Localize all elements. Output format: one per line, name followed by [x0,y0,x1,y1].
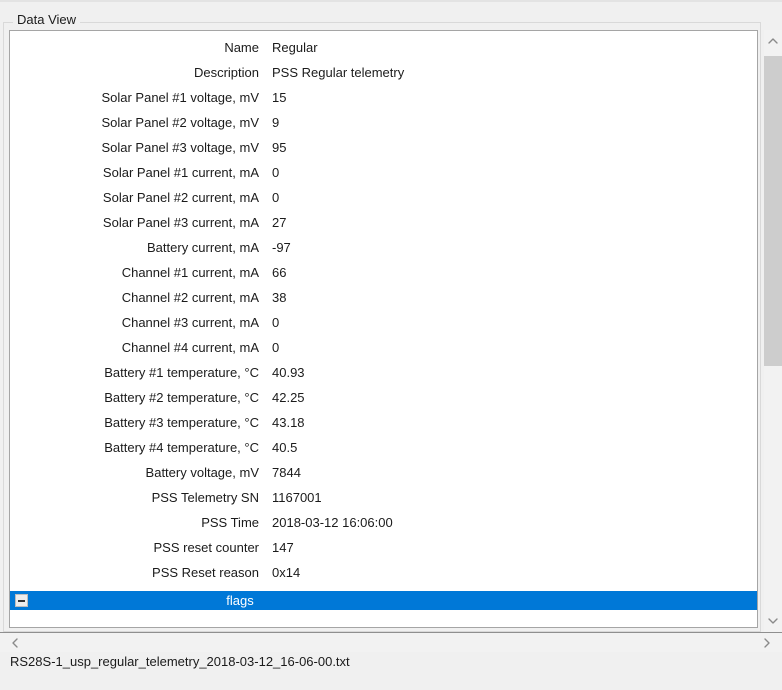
row-value: 27 [259,215,286,230]
row-value: 66 [259,265,286,280]
window-top-edge [0,0,782,2]
row-label: Solar Panel #3 current, mA [10,215,259,230]
table-row[interactable]: PSS Reset reason 0x14 [10,560,757,585]
row-label: Solar Panel #2 current, mA [10,190,259,205]
table-row[interactable]: Battery #2 temperature, °C 42.25 [10,385,757,410]
status-filename: RS28S-1_usp_regular_telemetry_2018-03-12… [10,654,350,669]
table-row[interactable]: Solar Panel #1 voltage, mV 15 [10,85,757,110]
table-row[interactable]: Solar Panel #2 voltage, mV 9 [10,110,757,135]
row-value: 0 [259,340,279,355]
row-value: 40.5 [259,440,297,455]
table-row[interactable]: Solar Panel #3 voltage, mV 95 [10,135,757,160]
row-label: PSS Time [10,515,259,530]
flags-row[interactable]: flags [10,591,757,610]
table-row[interactable]: Battery #3 temperature, °C 43.18 [10,410,757,435]
row-label: Battery #3 temperature, °C [10,415,259,430]
table-row[interactable]: Solar Panel #2 current, mA 0 [10,185,757,210]
row-value: 42.25 [259,390,305,405]
row-label: PSS reset counter [10,540,259,555]
row-label: Solar Panel #2 voltage, mV [10,115,259,130]
row-label: Solar Panel #3 voltage, mV [10,140,259,155]
table-row[interactable]: Solar Panel #1 current, mA 0 [10,160,757,185]
row-value: 0 [259,315,279,330]
vertical-scrollbar[interactable] [764,30,782,632]
table-row[interactable]: Channel #1 current, mA 66 [10,260,757,285]
row-value: 38 [259,290,286,305]
table-row[interactable]: PSS reset counter 147 [10,535,757,560]
table-row[interactable]: Description PSS Regular telemetry [10,60,757,85]
row-label: Battery #4 temperature, °C [10,440,259,455]
row-value: Regular [259,40,318,55]
row-value: 0 [259,165,279,180]
row-value: 147 [259,540,294,555]
table-row[interactable]: Channel #3 current, mA 0 [10,310,757,335]
table-row[interactable]: PSS Time 2018-03-12 16:06:00 [10,510,757,535]
table-row[interactable]: Channel #4 current, mA 0 [10,335,757,360]
scroll-up-icon[interactable] [764,32,782,50]
row-label: Channel #3 current, mA [10,315,259,330]
row-value: 1167001 [259,490,322,505]
row-value: -97 [259,240,291,255]
row-label: Solar Panel #1 voltage, mV [10,90,259,105]
row-label: Battery #2 temperature, °C [10,390,259,405]
scroll-down-icon[interactable] [764,612,782,630]
row-value: 9 [259,115,279,130]
row-label: Description [10,65,259,80]
data-view-window: Data View Name Regular Description PSS R… [0,0,782,690]
row-value: 40.93 [259,365,305,380]
row-label: Solar Panel #1 current, mA [10,165,259,180]
row-label: Channel #4 current, mA [10,340,259,355]
horizontal-scrollbar[interactable] [0,632,782,652]
flags-row-label: flags [10,593,470,608]
telemetry-panel: Name Regular Description PSS Regular tel… [9,30,758,628]
table-row[interactable]: Battery voltage, mV 7844 [10,460,757,485]
table-row[interactable]: Battery current, mA -97 [10,235,757,260]
row-value: 0x14 [259,565,300,580]
scroll-left-icon[interactable] [6,634,24,652]
table-row[interactable]: PSS Telemetry SN 1167001 [10,485,757,510]
row-value: 43.18 [259,415,305,430]
row-label: Battery #1 temperature, °C [10,365,259,380]
row-label: Battery current, mA [10,240,259,255]
telemetry-rows: Name Regular Description PSS Regular tel… [10,31,757,585]
table-row[interactable]: Solar Panel #3 current, mA 27 [10,210,757,235]
groupbox-title: Data View [13,12,80,27]
row-value: PSS Regular telemetry [259,65,404,80]
row-value: 0 [259,190,279,205]
row-label: Battery voltage, mV [10,465,259,480]
row-value: 15 [259,90,286,105]
row-value: 95 [259,140,286,155]
row-label: PSS Telemetry SN [10,490,259,505]
row-value: 7844 [259,465,301,480]
row-label: Channel #2 current, mA [10,290,259,305]
table-row[interactable]: Name Regular [10,35,757,60]
table-row[interactable]: Channel #2 current, mA 38 [10,285,757,310]
row-label: Name [10,40,259,55]
row-value: 2018-03-12 16:06:00 [259,515,393,530]
table-row[interactable]: Battery #4 temperature, °C 40.5 [10,435,757,460]
row-label: PSS Reset reason [10,565,259,580]
scroll-right-icon[interactable] [758,634,776,652]
table-row[interactable]: Battery #1 temperature, °C 40.93 [10,360,757,385]
vertical-scrollbar-thumb[interactable] [764,56,782,366]
row-label: Channel #1 current, mA [10,265,259,280]
data-view-groupbox: Data View Name Regular Description PSS R… [3,22,761,632]
